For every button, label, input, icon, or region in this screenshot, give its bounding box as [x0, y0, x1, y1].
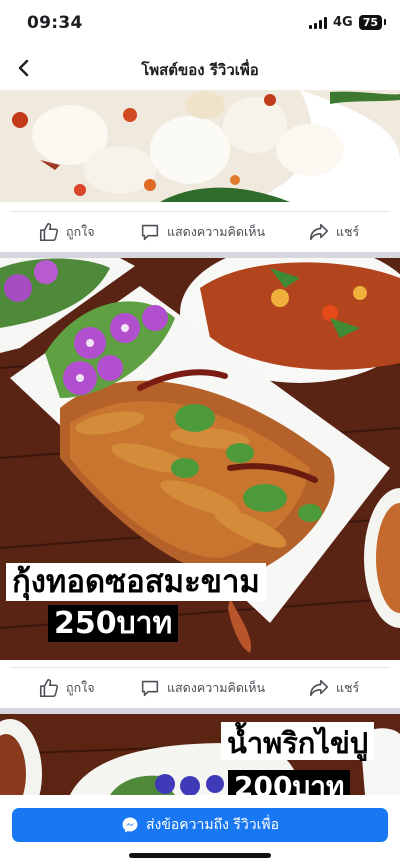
- post-photo-crab[interactable]: [0, 90, 400, 202]
- like-button[interactable]: ถูกใจ: [38, 212, 95, 252]
- share-button[interactable]: แชร์: [308, 668, 359, 708]
- comment-button[interactable]: แสดงความคิดเห็น: [139, 668, 265, 708]
- nav-bar: โพสต์ของ รีวิวเพื่อ: [0, 46, 400, 90]
- thumbs-up-icon: [39, 222, 59, 242]
- signal-icon: [308, 16, 327, 29]
- dish-price-caption: 250บาท: [48, 605, 179, 642]
- like-button[interactable]: ถูกใจ: [38, 668, 95, 708]
- page-title: โพสต์ของ รีวิวเพื่อ: [141, 61, 259, 79]
- comment-icon: [141, 680, 159, 697]
- messenger-icon: [122, 817, 138, 833]
- status-time: 09:34: [27, 13, 83, 33]
- comment-icon: [141, 224, 159, 241]
- comment-label: แสดงความคิดเห็น: [167, 680, 266, 695]
- home-indicator[interactable]: [129, 853, 271, 858]
- dish-name-caption: กุ้งทอดซอสมะขาม: [6, 563, 266, 602]
- send-message-button[interactable]: ส่งข้อความถึง รีวิวเพื่อ: [12, 808, 388, 842]
- comment-button[interactable]: แสดงความคิดเห็น: [139, 212, 265, 252]
- status-bar: 09:34 4G 75: [0, 0, 400, 46]
- share-label: แชร์: [336, 680, 360, 695]
- battery-icon: 75: [358, 15, 387, 30]
- status-indicators: 4G 75: [308, 15, 387, 30]
- post-action-bar: ถูกใจ แสดงความคิดเห็น แชร์: [0, 212, 400, 252]
- share-icon: [309, 679, 329, 697]
- send-message-label: ส่งข้อความถึง รีวิวเพื่อ: [145, 817, 280, 833]
- dish-name-caption: น้ำพริกไข่ปู: [221, 722, 375, 760]
- thumbs-up-icon: [39, 678, 59, 698]
- network-type: 4G: [332, 15, 353, 30]
- share-icon: [309, 223, 329, 241]
- like-label: ถูกใจ: [66, 224, 95, 239]
- share-button[interactable]: แชร์: [308, 212, 359, 252]
- post-action-bar: ถูกใจ แสดงความคิดเห็น แชร์: [0, 668, 400, 708]
- comment-label: แสดงความคิดเห็น: [167, 224, 266, 239]
- bottom-bar: ส่งข้อความถึง รีวิวเพื่อ: [0, 795, 400, 866]
- share-label: แชร์: [336, 224, 360, 239]
- like-label: ถูกใจ: [66, 680, 95, 695]
